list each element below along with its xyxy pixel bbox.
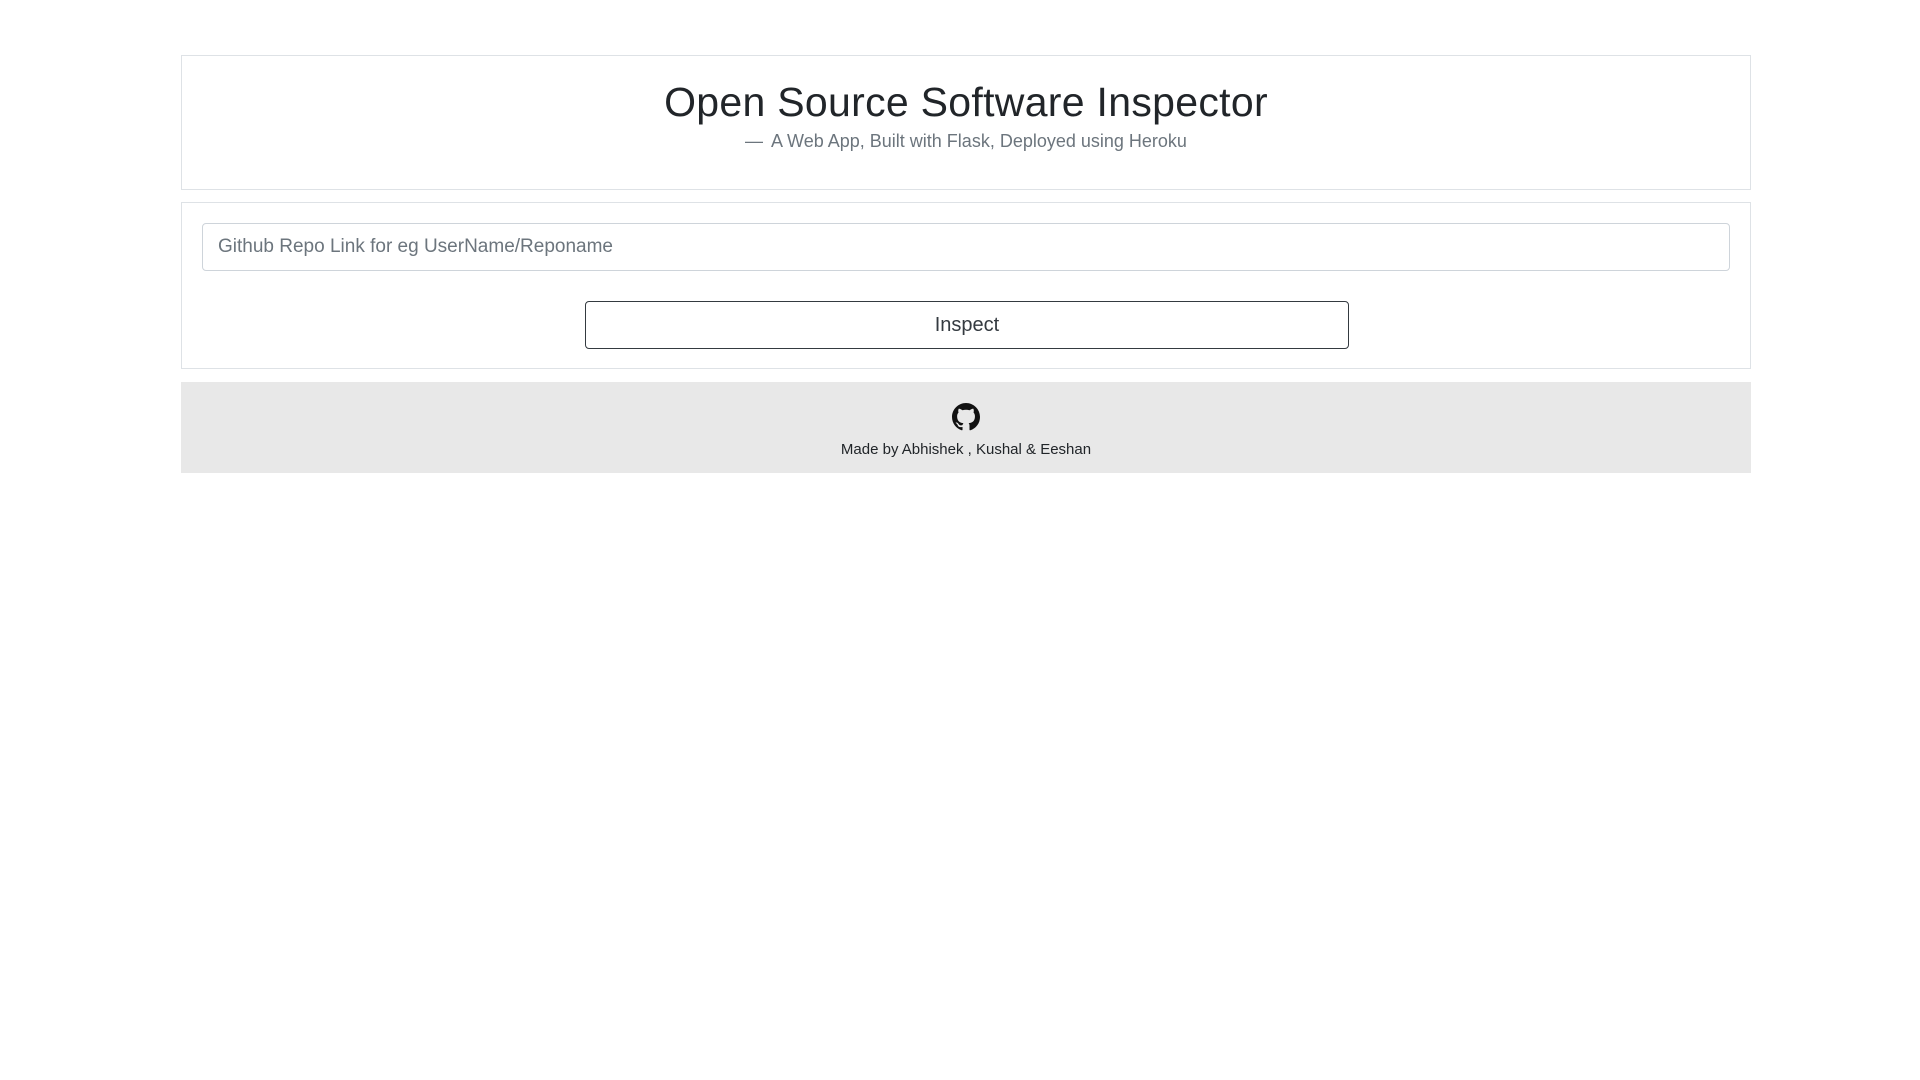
github-icon xyxy=(952,403,980,431)
page-title: Open Source Software Inspector xyxy=(664,79,1268,125)
github-link[interactable] xyxy=(952,403,980,431)
page: Open Source Software Inspector — A Web Ap… xyxy=(0,0,1920,1080)
header-card: Open Source Software Inspector — A Web Ap… xyxy=(181,55,1751,190)
page-subtitle: — A Web App, Built with Flask, Deployed u… xyxy=(182,131,1750,152)
subtitle-text: A Web App, Built with Flask, Deployed us… xyxy=(771,131,1187,152)
inspect-button[interactable]: Inspect xyxy=(585,301,1349,349)
repo-link-input[interactable] xyxy=(202,223,1730,271)
inspect-form: Inspect xyxy=(181,202,1751,369)
footer-credit: Made by Abhishek , Kushal & Eeshan xyxy=(840,441,1092,458)
subtitle-dash: — xyxy=(745,131,764,152)
footer: Made by Abhishek , Kushal & Eeshan xyxy=(181,382,1751,473)
